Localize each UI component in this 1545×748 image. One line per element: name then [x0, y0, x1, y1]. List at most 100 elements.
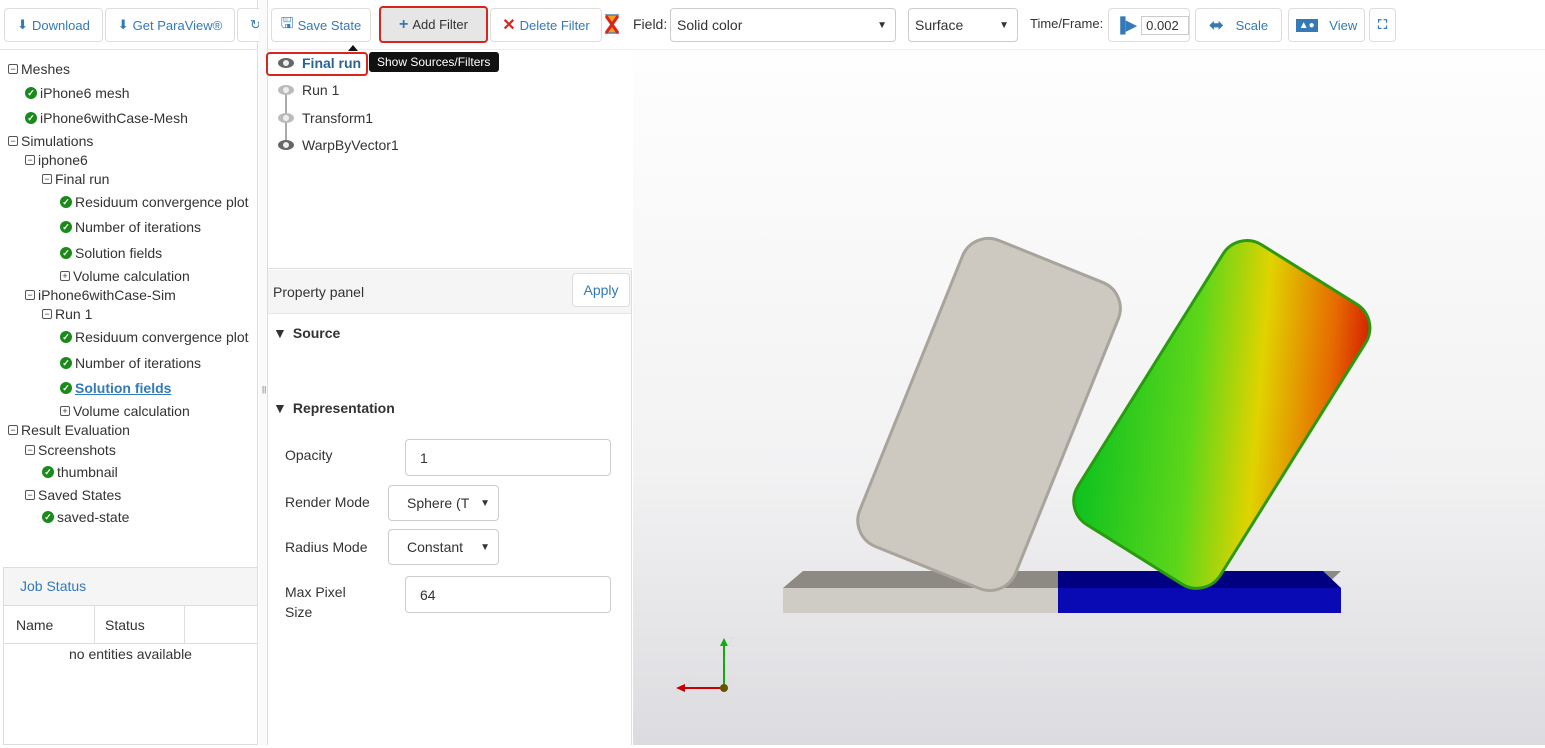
- delete-icon: ✕: [502, 17, 516, 34]
- tree-item[interactable]: − Screenshots: [25, 442, 116, 458]
- collapse-icon[interactable]: −: [8, 64, 18, 74]
- tooltip-arrow: [348, 45, 358, 51]
- tree-item[interactable]: ✓ iPhone6 mesh: [25, 85, 130, 101]
- tree-item-label: Residuum convergence plot: [75, 329, 249, 345]
- collapse-icon[interactable]: −: [8, 136, 18, 146]
- eye-icon[interactable]: [278, 140, 294, 150]
- collapse-icon[interactable]: −: [25, 490, 35, 500]
- tree-item-label: Meshes: [21, 61, 71, 77]
- download-label: Download: [32, 17, 90, 33]
- column-status[interactable]: Status: [95, 606, 185, 643]
- expand-icon[interactable]: +: [60, 406, 70, 416]
- tree-item[interactable]: − Meshes: [8, 61, 70, 77]
- tree-item[interactable]: − iphone6: [25, 152, 88, 168]
- column-name[interactable]: Name: [4, 606, 95, 643]
- get-paraview-button[interactable]: ⬇ Get ParaView®: [105, 8, 235, 42]
- tree-item[interactable]: − Result Evaluation: [8, 422, 130, 438]
- tree-item[interactable]: − Saved States: [25, 487, 121, 503]
- check-circle-icon[interactable]: ✓: [60, 196, 72, 208]
- scale-label: Scale: [1235, 17, 1269, 33]
- representation-section-toggle[interactable]: ▼ Representation: [273, 400, 395, 416]
- opacity-input[interactable]: 1: [405, 439, 611, 476]
- reset-camera-button[interactable]: ⛶: [1369, 8, 1396, 42]
- job-status-panel: Job Status Name Status no entities avail…: [3, 567, 258, 745]
- tree-item[interactable]: ✓ saved-state: [42, 509, 129, 525]
- time-frame-control: ▐▶ 0.002: [1108, 8, 1190, 42]
- tree-item-label: iphone6: [38, 152, 88, 168]
- selection-highlight: [266, 52, 368, 76]
- download-icon: ⬇: [17, 17, 29, 32]
- field-select[interactable]: Solid color ▼: [670, 8, 896, 42]
- pipeline-item[interactable]: Transform1: [278, 110, 373, 126]
- tree-item-label: Number of iterations: [75, 219, 202, 235]
- tree-item[interactable]: ✓ Residuum convergence plot: [60, 194, 249, 210]
- phone-model-grey: [856, 236, 1122, 592]
- delete-filter-button[interactable]: ✕ Delete Filter: [490, 8, 602, 42]
- plus-icon: +: [399, 15, 409, 33]
- save-state-button[interactable]: 🖫 Save State: [271, 8, 371, 42]
- tree-item[interactable]: ✓ Residuum convergence plot: [60, 329, 249, 345]
- collapse-icon[interactable]: −: [25, 290, 35, 300]
- tree-item[interactable]: ✓ Number of iterations: [60, 355, 201, 371]
- view-icon: ▲●: [1295, 18, 1318, 32]
- radius-mode-select[interactable]: Constant ▼: [388, 529, 499, 565]
- check-circle-icon[interactable]: ✓: [60, 382, 72, 394]
- check-circle-icon[interactable]: ✓: [60, 357, 72, 369]
- empty-message: no entities available: [69, 646, 192, 662]
- tree-item[interactable]: ✓ iPhone6withCase-Mesh: [25, 110, 188, 126]
- scale-button[interactable]: ⬌ Scale: [1195, 8, 1282, 42]
- check-circle-icon[interactable]: ✓: [42, 511, 54, 523]
- pipeline-item-label: WarpByVector1: [302, 137, 399, 153]
- download-button[interactable]: ⬇ Download: [4, 8, 103, 42]
- collapse-icon[interactable]: −: [25, 155, 35, 165]
- tree-item[interactable]: − iPhone6withCase-Sim: [25, 287, 176, 303]
- scene: [676, 236, 1372, 692]
- pipeline-item[interactable]: Run 1: [278, 82, 339, 98]
- add-filter-button[interactable]: + Add Filter: [379, 6, 488, 43]
- tree-item-label: Screenshots: [38, 442, 116, 458]
- render-mode-label: Render Mode: [285, 494, 370, 510]
- view-button[interactable]: ▲● View: [1288, 8, 1365, 42]
- tree-item[interactable]: ✓ Number of iterations: [60, 219, 201, 235]
- tree-item[interactable]: ✓ Solution fields: [60, 380, 171, 396]
- field-value: Solid color: [677, 17, 743, 33]
- expand-icon[interactable]: +: [60, 271, 70, 281]
- check-circle-icon[interactable]: ✓: [60, 221, 72, 233]
- chevron-down-icon: ▼: [999, 19, 1009, 31]
- render-mode-value: Sphere (T: [407, 495, 470, 511]
- tree-item[interactable]: ✓ thumbnail: [42, 464, 118, 480]
- collapse-icon[interactable]: −: [25, 445, 35, 455]
- check-circle-icon[interactable]: ✓: [25, 87, 37, 99]
- source-section-toggle[interactable]: ▼ Source: [273, 325, 340, 341]
- play-icon[interactable]: ▐▶: [1115, 16, 1137, 34]
- time-input[interactable]: 0.002: [1141, 15, 1189, 35]
- tree-item[interactable]: + Volume calculation: [60, 268, 190, 284]
- collapse-icon[interactable]: −: [42, 174, 52, 184]
- check-circle-icon[interactable]: ✓: [60, 331, 72, 343]
- tree-item[interactable]: ✓ Solution fields: [60, 245, 162, 261]
- max-pixel-size-input[interactable]: 64: [405, 576, 611, 613]
- plate-front-blue: [1058, 588, 1341, 613]
- reset-filter-icon[interactable]: [604, 13, 620, 35]
- tree-item[interactable]: − Final run: [42, 171, 109, 187]
- tree-item[interactable]: − Simulations: [8, 133, 93, 149]
- pipeline-item[interactable]: WarpByVector1: [278, 137, 399, 153]
- eye-icon[interactable]: [278, 85, 294, 95]
- check-circle-icon[interactable]: ✓: [60, 247, 72, 259]
- eye-icon[interactable]: [278, 113, 294, 123]
- tree-item[interactable]: − Run 1: [42, 306, 92, 322]
- axis-x-label: X: [685, 675, 694, 690]
- apply-button[interactable]: Apply: [572, 273, 630, 307]
- check-circle-icon[interactable]: ✓: [42, 466, 54, 478]
- collapse-icon[interactable]: −: [42, 309, 52, 319]
- render-viewport[interactable]: Z X Y: [633, 50, 1545, 745]
- collapse-icon[interactable]: −: [8, 425, 18, 435]
- time-frame-label: Time/Frame:: [1030, 16, 1104, 31]
- representation-select[interactable]: Surface ▼: [908, 8, 1018, 42]
- tree-item[interactable]: + Volume calculation: [60, 403, 190, 419]
- splitter-handle[interactable]: ||: [259, 0, 268, 745]
- render-mode-select[interactable]: Sphere (T ▼: [388, 485, 499, 521]
- representation-heading: Representation: [292, 400, 395, 416]
- property-panel-title: Property panel: [273, 284, 365, 300]
- check-circle-icon[interactable]: ✓: [25, 112, 37, 124]
